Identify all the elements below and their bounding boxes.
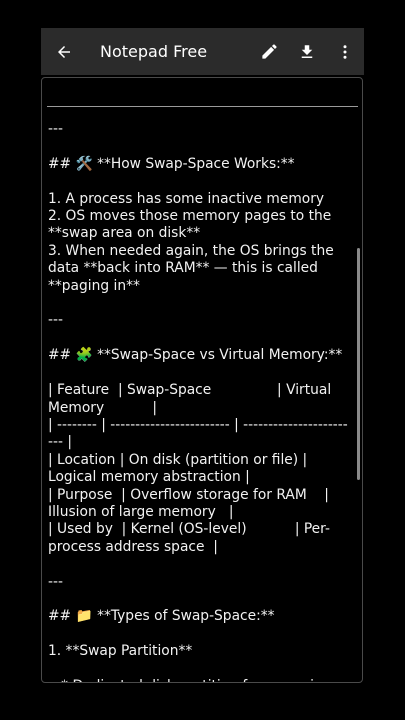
back-button[interactable] xyxy=(41,28,87,75)
note-text[interactable]: --- ## 🛠️ **How Swap-Space Works:** 1. A… xyxy=(48,121,348,682)
app-title: Notepad Free xyxy=(100,42,208,61)
pencil-icon xyxy=(261,44,277,59)
edit-button[interactable] xyxy=(250,28,288,75)
save-button[interactable] xyxy=(288,28,326,75)
scrollbar[interactable] xyxy=(357,248,360,480)
horizontal-rule xyxy=(47,106,358,107)
more-vert-icon xyxy=(343,44,347,59)
back-arrow-icon xyxy=(58,45,70,58)
download-icon xyxy=(301,44,313,58)
note-editor[interactable]: --- ## 🛠️ **How Swap-Space Works:** 1. A… xyxy=(41,77,363,683)
more-options-button[interactable] xyxy=(326,28,364,75)
app-bar: Notepad Free xyxy=(41,28,364,75)
